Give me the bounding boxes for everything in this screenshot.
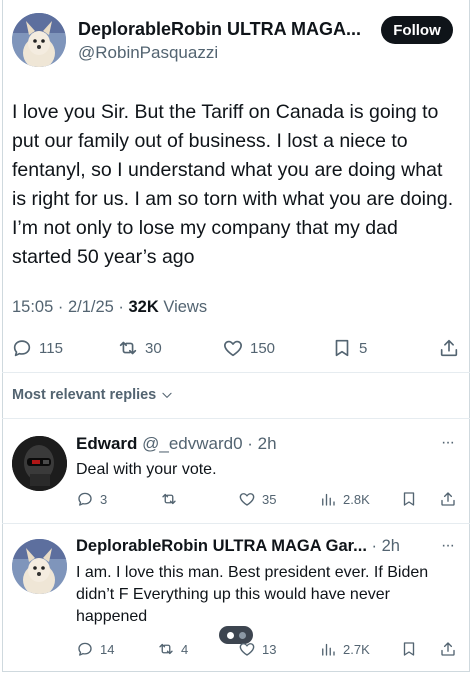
share-action[interactable] — [438, 337, 460, 359]
views-icon — [322, 643, 335, 656]
retweet-count: 30 — [145, 339, 162, 357]
author-handle[interactable]: @RobinPasquazzi — [78, 43, 218, 63]
share-icon — [441, 642, 455, 656]
tweet-time[interactable]: 15:05 · 2/1/25 · — [12, 298, 129, 316]
like-icon — [224, 340, 242, 357]
tweet-text: I love you Sir. But the Tariff on Canada… — [12, 101, 454, 268]
retweet-icon — [119, 341, 137, 355]
share-action[interactable] — [439, 640, 457, 658]
share-icon — [441, 492, 455, 506]
reply-author-name[interactable]: Edward — [76, 434, 137, 453]
reply-icon — [13, 340, 31, 357]
like-icon — [239, 643, 255, 656]
divider — [2, 418, 470, 419]
indicator-dot — [238, 631, 246, 639]
reply-avatar[interactable] — [12, 436, 67, 491]
views-count: 2.8K — [343, 491, 370, 507]
bookmark-action[interactable] — [400, 640, 418, 658]
more-icon[interactable]: ··· — [441, 537, 455, 555]
like-icon — [239, 493, 255, 506]
reply-header: DeplorableRobin ULTRA MAGA Gar... · 2h — [76, 537, 400, 556]
reply-action[interactable]: 115 — [11, 337, 63, 359]
retweet-count: 4 — [181, 641, 189, 657]
reply-icon — [78, 642, 92, 656]
more-icon[interactable]: ··· — [441, 434, 455, 452]
reply-avatar[interactable] — [12, 539, 67, 594]
author-name[interactable]: DeplorableRobin ULTRA MAGA... — [78, 19, 361, 40]
indicator-dot-active — [226, 631, 234, 639]
views-action[interactable]: 2.8K — [319, 490, 370, 508]
reply-header: Edward @_edvward0 · 2h — [76, 434, 277, 454]
divider — [2, 372, 470, 373]
bookmark-action[interactable] — [400, 490, 418, 508]
like-action[interactable]: 150 — [222, 337, 275, 359]
like-action[interactable]: 13 — [238, 640, 276, 658]
follow-button[interactable]: Follow — [381, 16, 453, 44]
bookmark-icon — [335, 339, 349, 357]
retweet-action[interactable]: 4 — [157, 640, 188, 658]
reply-icon — [78, 492, 92, 506]
reply-count: 115 — [39, 339, 63, 357]
views-label: Views — [158, 298, 208, 316]
like-count: 150 — [250, 339, 276, 357]
tweet-timestamp: 15:05 · 2/1/25 · 32K Views — [12, 298, 207, 317]
reply-count: 14 — [100, 641, 115, 657]
share-icon — [440, 339, 458, 357]
views-icon — [322, 493, 335, 506]
bookmark-count: 5 — [359, 339, 368, 357]
bookmark-action[interactable]: 5 — [331, 337, 367, 359]
bookmark-icon — [403, 642, 415, 656]
views-count: 32K — [128, 298, 159, 316]
reply-text: I am. I love this man. Best president ev… — [76, 564, 429, 625]
retweet-icon — [159, 643, 173, 655]
share-action[interactable] — [439, 490, 457, 508]
like-action[interactable]: 35 — [238, 490, 276, 508]
retweet-action[interactable]: 30 — [117, 337, 162, 359]
like-count: 13 — [262, 641, 277, 657]
bookmark-icon — [403, 492, 415, 506]
chevron-down-icon — [162, 392, 172, 398]
like-count: 35 — [262, 491, 277, 507]
reply-meta[interactable]: @_edvward0 · 2h — [142, 434, 276, 453]
reply-text: Deal with your vote. — [76, 461, 217, 478]
reply-action[interactable]: 3 — [76, 490, 107, 508]
retweet-action[interactable] — [160, 490, 184, 508]
reply-count: 3 — [100, 491, 108, 507]
views-action[interactable]: 2.7K — [319, 640, 370, 658]
reply-action[interactable]: 14 — [76, 640, 114, 658]
reply-meta[interactable]: · 2h — [372, 537, 400, 555]
replies-sort-label: Most relevant replies — [12, 387, 157, 403]
retweet-icon — [162, 493, 176, 505]
views-count: 2.7K — [343, 641, 370, 657]
replies-sort-dropdown[interactable]: Most relevant replies — [12, 387, 174, 403]
reply-author-name[interactable]: DeplorableRobin ULTRA MAGA Gar... — [76, 537, 367, 555]
divider — [2, 523, 470, 524]
author-avatar[interactable] — [12, 13, 66, 67]
